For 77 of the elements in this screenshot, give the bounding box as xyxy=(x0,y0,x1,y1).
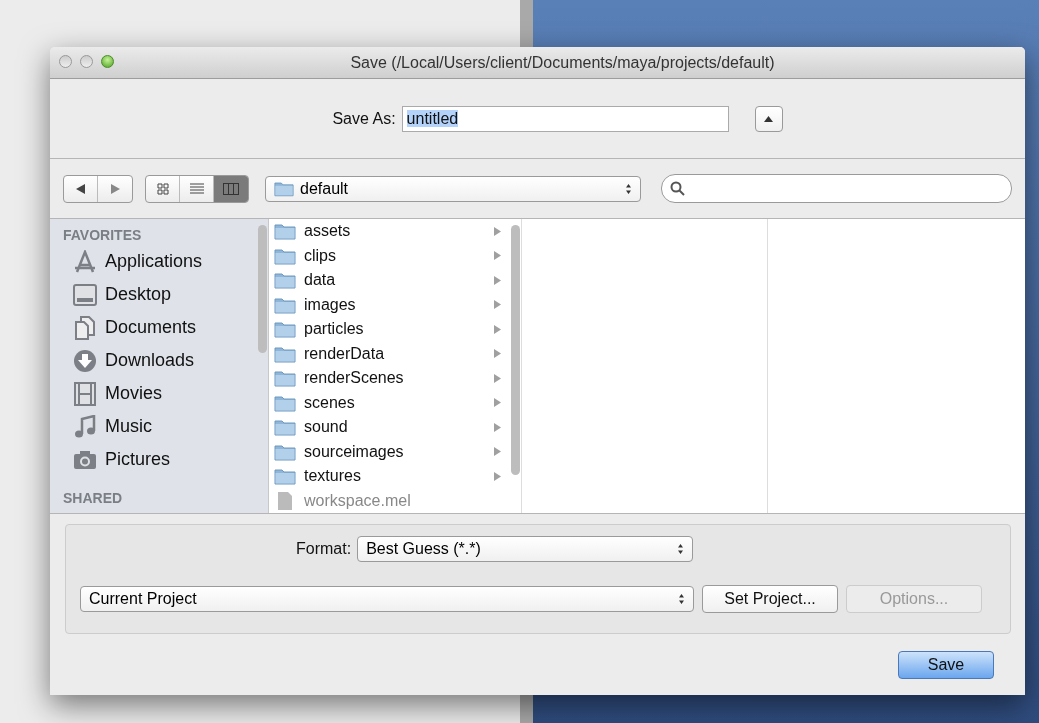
disclosure-icon xyxy=(494,275,501,285)
stepper-icon xyxy=(625,182,632,195)
disclosure-icon xyxy=(494,373,501,383)
file-row[interactable]: data xyxy=(274,268,509,293)
disclosure-icon xyxy=(494,471,501,481)
list-icon xyxy=(189,183,204,194)
folder-icon xyxy=(274,246,296,265)
folder-icon xyxy=(274,393,296,412)
section-heading: SHARED xyxy=(63,490,124,506)
folder-icon xyxy=(274,442,296,461)
music-note-icon xyxy=(73,414,97,439)
disclosure-icon xyxy=(494,422,501,432)
folder-icon xyxy=(274,344,296,363)
save-as-label: Save As: xyxy=(332,109,396,128)
file-row[interactable]: textures xyxy=(274,464,509,489)
folder-icon xyxy=(274,467,296,486)
app-store-icon xyxy=(73,249,97,274)
search-field[interactable] xyxy=(661,174,1012,203)
scrollbar-thumb[interactable] xyxy=(510,225,520,475)
sidebar-item[interactable]: Pictures xyxy=(63,443,256,476)
file-row[interactable]: clips xyxy=(274,243,509,268)
search-icon xyxy=(670,181,685,196)
columns-icon xyxy=(223,182,239,195)
disclosure-icon xyxy=(494,398,501,408)
filename-field[interactable]: untitled xyxy=(401,105,729,132)
minimize-button[interactable] xyxy=(80,55,93,68)
disclosure-icon xyxy=(494,349,501,359)
folder-icon xyxy=(274,222,296,241)
back-icon xyxy=(76,183,85,194)
file-row[interactable]: sound xyxy=(274,415,509,440)
sidebar-item[interactable]: Desktop xyxy=(63,278,256,311)
camera-icon xyxy=(73,449,97,470)
section-heading: FAVORITES xyxy=(63,227,143,243)
disclosure-icon xyxy=(494,300,501,310)
disclosure-icon xyxy=(494,251,501,261)
file-row[interactable]: renderData xyxy=(274,341,509,366)
file-row[interactable]: scenes xyxy=(274,390,509,415)
triangle-up-icon xyxy=(764,115,774,122)
file-row[interactable]: particles xyxy=(274,317,509,342)
download-icon xyxy=(73,348,97,373)
window-title: Save (/Local/Users/client/Documents/maya/projects/default) xyxy=(349,53,776,72)
collapse-button[interactable] xyxy=(754,105,783,132)
grid-icon xyxy=(156,182,169,195)
file-row[interactable]: assets xyxy=(274,219,509,244)
dialog-button[interactable]: Set Project... xyxy=(702,585,838,613)
stepper-icon xyxy=(677,543,685,555)
film-icon xyxy=(73,381,97,406)
desktop-icon xyxy=(73,283,97,306)
save-button[interactable]: Save xyxy=(898,651,994,679)
view-button[interactable] xyxy=(214,175,248,202)
file-row[interactable]: sourceimages xyxy=(274,439,509,464)
folder-icon xyxy=(274,320,296,339)
stepper-icon xyxy=(678,593,685,605)
sidebar-item[interactable]: Downloads xyxy=(63,344,256,377)
file-row[interactable]: renderScenes xyxy=(274,366,509,391)
documents-icon xyxy=(73,315,97,340)
format-popup[interactable]: Best Guess (*.*) xyxy=(357,536,694,562)
sidebar-item[interactable]: Movies xyxy=(63,377,256,410)
sidebar-item[interactable]: Documents xyxy=(63,311,256,344)
folder-icon xyxy=(274,180,294,197)
disclosure-icon xyxy=(494,226,501,236)
zoom-button[interactable] xyxy=(101,55,114,68)
disclosure-icon xyxy=(494,447,501,457)
forward-icon xyxy=(110,183,120,194)
folder-icon xyxy=(274,295,296,314)
sidebar-item[interactable]: Applications xyxy=(63,245,256,278)
project-popup[interactable]: Current Project xyxy=(80,586,694,612)
folder-icon xyxy=(274,369,296,388)
disclosure-icon xyxy=(494,324,501,334)
file-row[interactable]: images xyxy=(274,292,509,317)
location-popup[interactable]: default xyxy=(265,175,641,202)
scrollbar-thumb[interactable] xyxy=(257,225,267,353)
close-button[interactable] xyxy=(59,55,72,68)
folder-icon xyxy=(274,418,296,437)
format-label: Format: xyxy=(296,540,352,558)
folder-icon xyxy=(274,271,296,290)
sidebar-item[interactable]: Music xyxy=(63,410,256,443)
